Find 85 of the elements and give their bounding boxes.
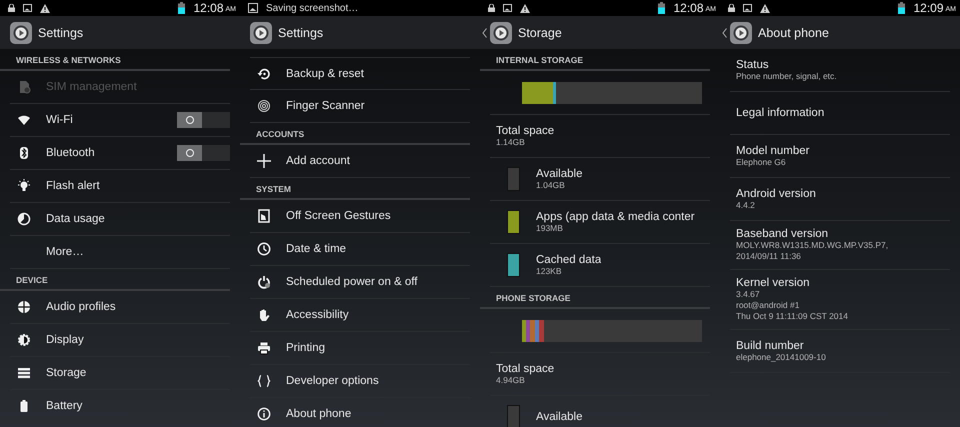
audio-icon [17, 300, 31, 314]
clock-time: 12:08 [193, 1, 224, 15]
info-item[interactable]: Model number Elephone G6 [730, 135, 950, 178]
space-usage-row[interactable]: Cached data 123KB [490, 244, 710, 287]
screen-title: Storage [518, 26, 562, 40]
info-item[interactable]: Total space 4.94GB [490, 353, 710, 396]
settings-item[interactable]: More… [10, 236, 230, 269]
section-header-text: DEVICE [16, 275, 48, 285]
hand-icon [257, 308, 271, 322]
screen-title: Settings [38, 26, 84, 40]
settings-item[interactable]: Wi-Fi [10, 104, 230, 137]
plus-icon [257, 154, 271, 168]
warning-icon [520, 4, 530, 12]
clock-time: 12:09 [913, 1, 944, 15]
section-header-text: WIRELESS & NETWORKS [16, 55, 121, 65]
battery-icon [178, 2, 186, 14]
notification-text: Saving screenshot… [266, 2, 358, 14]
screen-title: Settings [278, 26, 324, 40]
warning-icon [40, 4, 50, 12]
settings-item[interactable]: Finger Scanner [250, 90, 470, 123]
info-item[interactable]: Build number elephone_20141009-10 [730, 330, 950, 373]
pie-chart-icon [17, 212, 31, 226]
settings-item[interactable]: Date & time [250, 233, 470, 266]
backup-icon [257, 66, 271, 80]
settings-app-icon[interactable] [249, 20, 273, 44]
settings-item[interactable]: Printing [250, 332, 470, 365]
screen-title: About phone [758, 26, 829, 40]
space-usage-row[interactable]: Available [490, 396, 710, 427]
space-usage-row[interactable]: Apps (app data & media conter 193MB [490, 201, 710, 244]
battery-icon [658, 2, 666, 14]
settings-item[interactable]: Battery [10, 390, 230, 423]
section-header-text: ACCOUNTS [256, 129, 304, 139]
clock-time: 12:08 [673, 1, 704, 15]
settings-item[interactable]: Off Screen Gestures [250, 200, 470, 233]
info-item[interactable]: Baseband version MOLY.WR8.W1315.MD.WG.MP.V35.P7, 2014/09/11 11:36 [730, 221, 950, 270]
lock-icon [8, 4, 15, 12]
sim-card-icon [17, 80, 31, 94]
power-clock-icon [257, 275, 271, 289]
lock-icon [488, 4, 495, 12]
settings-item[interactable]: Add account [250, 145, 470, 178]
warning-icon [760, 4, 770, 12]
lightbulb-icon [17, 179, 31, 193]
battery-icon [898, 2, 906, 14]
settings-item[interactable]: Audio profiles [10, 291, 230, 324]
settings-item[interactable]: Developer options [250, 365, 470, 398]
section-header-text: SYSTEM [256, 184, 291, 194]
info-item[interactable]: Status Phone number, signal, etc. [730, 49, 950, 92]
space-usage-row[interactable]: Available 1.04GB [490, 158, 710, 201]
toggle-switch[interactable] [177, 112, 230, 128]
image-icon [248, 3, 258, 13]
settings-item[interactable]: Bluetooth [10, 137, 230, 170]
settings-item[interactable]: Display [10, 324, 230, 357]
section-header-text: INTERNAL STORAGE [496, 55, 584, 65]
bluetooth-icon [17, 146, 31, 160]
phone-screen-icon [257, 209, 271, 223]
braces-icon [257, 374, 271, 388]
back-caret-icon[interactable] [482, 28, 487, 38]
image-icon [23, 4, 32, 12]
settings-item[interactable]: Accessibility [250, 299, 470, 332]
info-item[interactable]: Android version 4.4.2 [730, 178, 950, 221]
settings-item[interactable]: Storage [10, 357, 230, 390]
settings-app-icon[interactable] [729, 20, 753, 44]
info-item[interactable]: Total space 1.14GB [490, 115, 710, 158]
settings-app-icon[interactable] [489, 20, 513, 44]
settings-item[interactable]: Flash alert [10, 170, 230, 203]
storage-icon [17, 366, 31, 380]
settings-item[interactable]: Backup & reset [250, 57, 470, 90]
printer-icon [257, 341, 271, 355]
clock-icon [257, 242, 271, 256]
brightness-icon [17, 333, 31, 347]
back-caret-icon[interactable] [722, 28, 727, 38]
section-header-text: PHONE STORAGE [496, 293, 570, 303]
settings-item[interactable]: Data usage [10, 203, 230, 236]
image-icon [503, 4, 512, 12]
info-item[interactable]: Kernel version 3.4.67 root@android #1 Thu Oct 9 11:11:09 CST 2014 [730, 270, 950, 330]
wifi-icon [17, 113, 31, 127]
info-icon [257, 407, 271, 421]
fingerprint-icon [257, 99, 271, 113]
lock-icon [728, 4, 735, 12]
image-icon [743, 4, 752, 12]
toggle-switch[interactable] [177, 145, 230, 161]
settings-item[interactable]: About phone [250, 398, 470, 427]
settings-item[interactable]: Scheduled power on & off [250, 266, 470, 299]
settings-app-icon[interactable] [9, 20, 33, 44]
info-item[interactable]: Legal information [730, 92, 950, 135]
